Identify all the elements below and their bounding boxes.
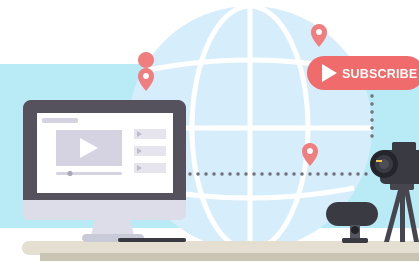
video-marketing-illustration: SUBSCRIBE [0, 0, 419, 263]
subscribe-button[interactable]: SUBSCRIBE [307, 56, 419, 90]
location-pin-icon [138, 52, 155, 68]
webcam-icon [326, 202, 378, 243]
subscribe-label: SUBSCRIBE [342, 67, 417, 81]
desk [22, 241, 419, 261]
illustration-canvas: SUBSCRIBE [0, 3, 419, 261]
